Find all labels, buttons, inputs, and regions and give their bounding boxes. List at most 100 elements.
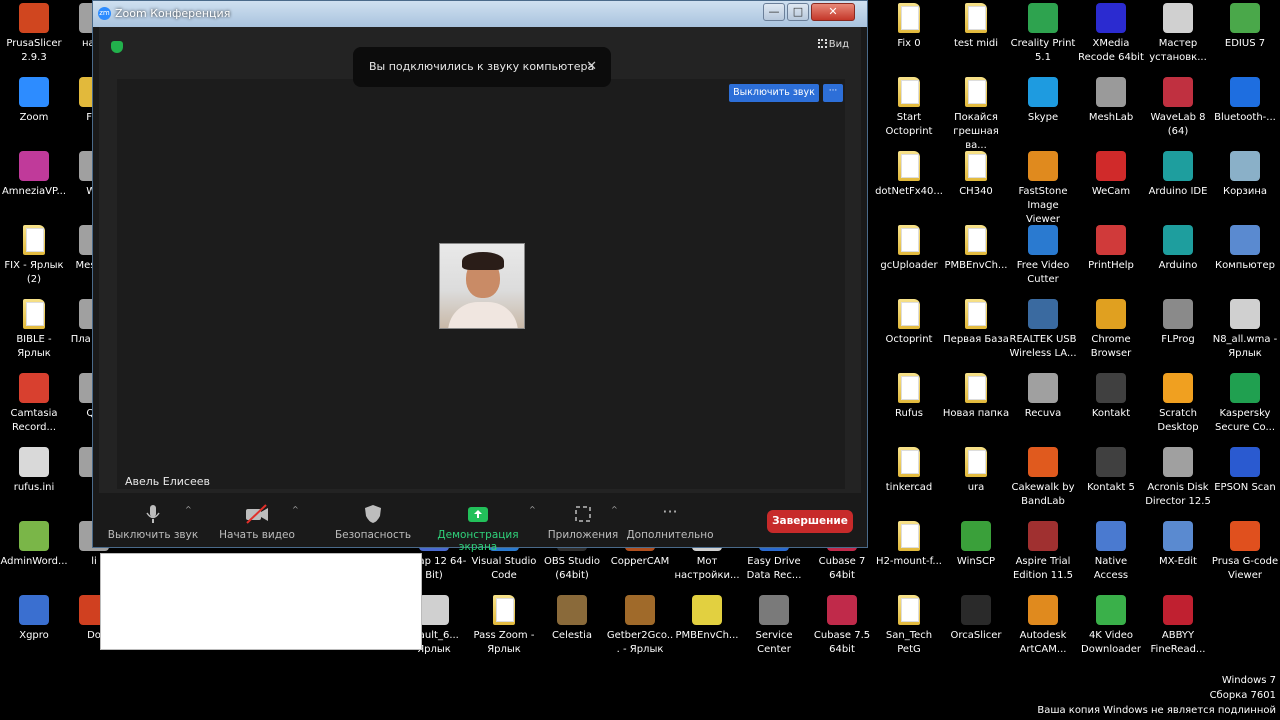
- app-icon: [19, 77, 49, 107]
- encryption-shield-icon[interactable]: [111, 41, 123, 53]
- desktop-icon[interactable]: FIX - Ярлык (2): [0, 225, 68, 287]
- share-options-caret-icon[interactable]: ^: [529, 505, 536, 514]
- desktop-icon[interactable]: PMBEnvCh...: [673, 595, 741, 643]
- desktop-icon[interactable]: Bluetooth-...: [1211, 77, 1279, 125]
- desktop-icon[interactable]: 4K Video Downloader: [1077, 595, 1145, 657]
- app-icon: [965, 3, 987, 33]
- desktop-icon[interactable]: Service Center: [740, 595, 808, 657]
- share-screen-button[interactable]: Демонстрация экрана: [417, 503, 539, 553]
- notice-close-icon[interactable]: ✕: [586, 47, 597, 87]
- desktop-icon[interactable]: Kaspersky Secure Co...: [1211, 373, 1279, 435]
- desktop-icon[interactable]: WeCam: [1077, 151, 1145, 199]
- desktop-icon[interactable]: AdminWord...: [0, 521, 68, 569]
- desktop-icon[interactable]: BIBLE - Ярлык: [0, 299, 68, 361]
- desktop-icon[interactable]: H2-mount-f...: [875, 521, 943, 569]
- app-icon: [1230, 373, 1260, 403]
- desktop-icon[interactable]: Camtasia Record...: [0, 373, 68, 435]
- desktop-icon[interactable]: Мастер установк...: [1144, 3, 1212, 65]
- desktop-icon[interactable]: test midi: [942, 3, 1010, 51]
- more-button[interactable]: ··· Дополнительно: [625, 503, 715, 542]
- desktop-icon[interactable]: Rufus: [875, 373, 943, 421]
- more-options-button[interactable]: ···: [823, 84, 843, 102]
- desktop-icon[interactable]: Покайся грешная ва...: [942, 77, 1010, 153]
- desktop-icon-label: test midi: [953, 38, 999, 49]
- desktop-icon[interactable]: gcUploader: [875, 225, 943, 273]
- window-title: Zoom Конференция: [115, 7, 231, 20]
- desktop-icon[interactable]: XMedia Recode 64bit: [1077, 3, 1145, 65]
- desktop-icon[interactable]: PrintHelp: [1077, 225, 1145, 273]
- desktop-icon[interactable]: ABBYY FineRead...: [1144, 595, 1212, 657]
- desktop-icon[interactable]: dotNetFx40...: [875, 151, 943, 199]
- apps-options-caret-icon[interactable]: ^: [611, 505, 618, 514]
- security-button[interactable]: Безопасность: [325, 503, 421, 541]
- desktop-icon[interactable]: Recuva: [1009, 373, 1077, 421]
- view-button[interactable]: Вид: [817, 39, 849, 50]
- desktop-icon[interactable]: Cubase 7.5 64bit: [808, 595, 876, 657]
- desktop-icon[interactable]: Xgpro: [0, 595, 68, 643]
- security-label: Безопасность: [334, 529, 412, 541]
- desktop-icon[interactable]: Creality Print 5.1: [1009, 3, 1077, 65]
- desktop-icon[interactable]: San_Tech PetG: [875, 595, 943, 657]
- desktop-icon[interactable]: Chrome Browser: [1077, 299, 1145, 361]
- desktop-icon[interactable]: Cakewalk by BandLab: [1009, 447, 1077, 509]
- desktop-icon[interactable]: Skype: [1009, 77, 1077, 125]
- desktop-icon[interactable]: Octoprint: [875, 299, 943, 347]
- desktop-icon[interactable]: WinSCP: [942, 521, 1010, 569]
- title-bar[interactable]: zm Zoom Конференция — □ ✕: [93, 1, 867, 27]
- desktop-icon[interactable]: REALTEK USB Wireless LA...: [1009, 299, 1077, 361]
- app-icon: [1163, 225, 1193, 255]
- desktop-icon[interactable]: PMBEnvCh...: [942, 225, 1010, 273]
- desktop-icon[interactable]: Scratch Desktop: [1144, 373, 1212, 435]
- desktop-icon-label: PrintHelp: [1088, 260, 1134, 271]
- desktop-icon[interactable]: Getber2Gco... - Ярлык: [606, 595, 674, 657]
- end-meeting-button[interactable]: Завершение: [767, 510, 853, 533]
- desktop-icon[interactable]: Autodesk ArtCAM...: [1009, 595, 1077, 657]
- desktop-icon[interactable]: Native Access: [1077, 521, 1145, 583]
- desktop-icon[interactable]: FLProg: [1144, 299, 1212, 347]
- desktop-icon[interactable]: WaveLab 8 (64): [1144, 77, 1212, 139]
- mute-button[interactable]: Выключить звук: [729, 84, 819, 102]
- desktop-icon-label: Покайся грешная ва...: [953, 112, 999, 151]
- maximize-button[interactable]: □: [787, 3, 809, 21]
- desktop-icon[interactable]: MeshLab: [1077, 77, 1145, 125]
- desktop-icon[interactable]: Корзина: [1211, 151, 1279, 199]
- desktop-icon[interactable]: Aspire Trial Edition 11.5: [1009, 521, 1077, 583]
- desktop-icon[interactable]: Free Video Cutter: [1009, 225, 1077, 287]
- desktop-icon[interactable]: tinkercad: [875, 447, 943, 495]
- desktop-icon[interactable]: ura: [942, 447, 1010, 495]
- video-options-caret-icon[interactable]: ^: [292, 505, 299, 514]
- desktop-icon[interactable]: AmneziaVP...: [0, 151, 68, 199]
- desktop-icon[interactable]: CH340: [942, 151, 1010, 199]
- desktop-icon[interactable]: FastStone Image Viewer: [1009, 151, 1077, 227]
- desktop-icon[interactable]: Fix 0: [875, 3, 943, 51]
- desktop-icon[interactable]: Arduino IDE: [1144, 151, 1212, 199]
- desktop-icon[interactable]: Start Octoprint: [875, 77, 943, 139]
- desktop-icon-label: Recuva: [1024, 408, 1062, 419]
- desktop-icon-label: Rufus: [895, 408, 923, 419]
- desktop-icon[interactable]: MX-Edit: [1144, 521, 1212, 569]
- desktop-icon[interactable]: Pass Zoom - Ярлык: [470, 595, 538, 657]
- audio-options-caret-icon[interactable]: ^: [185, 505, 192, 514]
- desktop-icon[interactable]: PrusaSlicer 2.9.3: [0, 3, 68, 65]
- desktop-icon[interactable]: OrcaSlicer: [942, 595, 1010, 643]
- close-button[interactable]: ✕: [811, 3, 855, 21]
- desktop-icon[interactable]: Компьютер: [1211, 225, 1279, 273]
- apps-button[interactable]: Приложения: [545, 503, 621, 541]
- desktop-icon[interactable]: Celestia: [538, 595, 606, 643]
- desktop-icon[interactable]: Zoom: [0, 77, 68, 125]
- desktop-icon-label: Bluetooth-...: [1214, 112, 1276, 123]
- desktop-icon[interactable]: EPSON Scan: [1211, 447, 1279, 495]
- desktop-icon[interactable]: Kontakt: [1077, 373, 1145, 421]
- desktop-icon[interactable]: Prusa G-code Viewer: [1211, 521, 1279, 583]
- desktop-icon[interactable]: Arduino: [1144, 225, 1212, 273]
- minimize-button[interactable]: —: [763, 3, 785, 21]
- desktop-icon[interactable]: rufus.ini: [0, 447, 68, 495]
- app-icon: [1096, 521, 1126, 551]
- desktop-icon[interactable]: Новая папка: [942, 373, 1010, 421]
- desktop-icon[interactable]: Первая База: [942, 299, 1010, 347]
- desktop-icon[interactable]: Kontakt 5: [1077, 447, 1145, 495]
- desktop-icon[interactable]: Acronis Disk Director 12.5: [1144, 447, 1212, 509]
- desktop-icon[interactable]: EDIUS 7: [1211, 3, 1279, 51]
- desktop-icon[interactable]: N8_all.wma - Ярлык: [1211, 299, 1279, 361]
- desktop-icon-label: Aspire Trial Edition 11.5: [1012, 556, 1074, 581]
